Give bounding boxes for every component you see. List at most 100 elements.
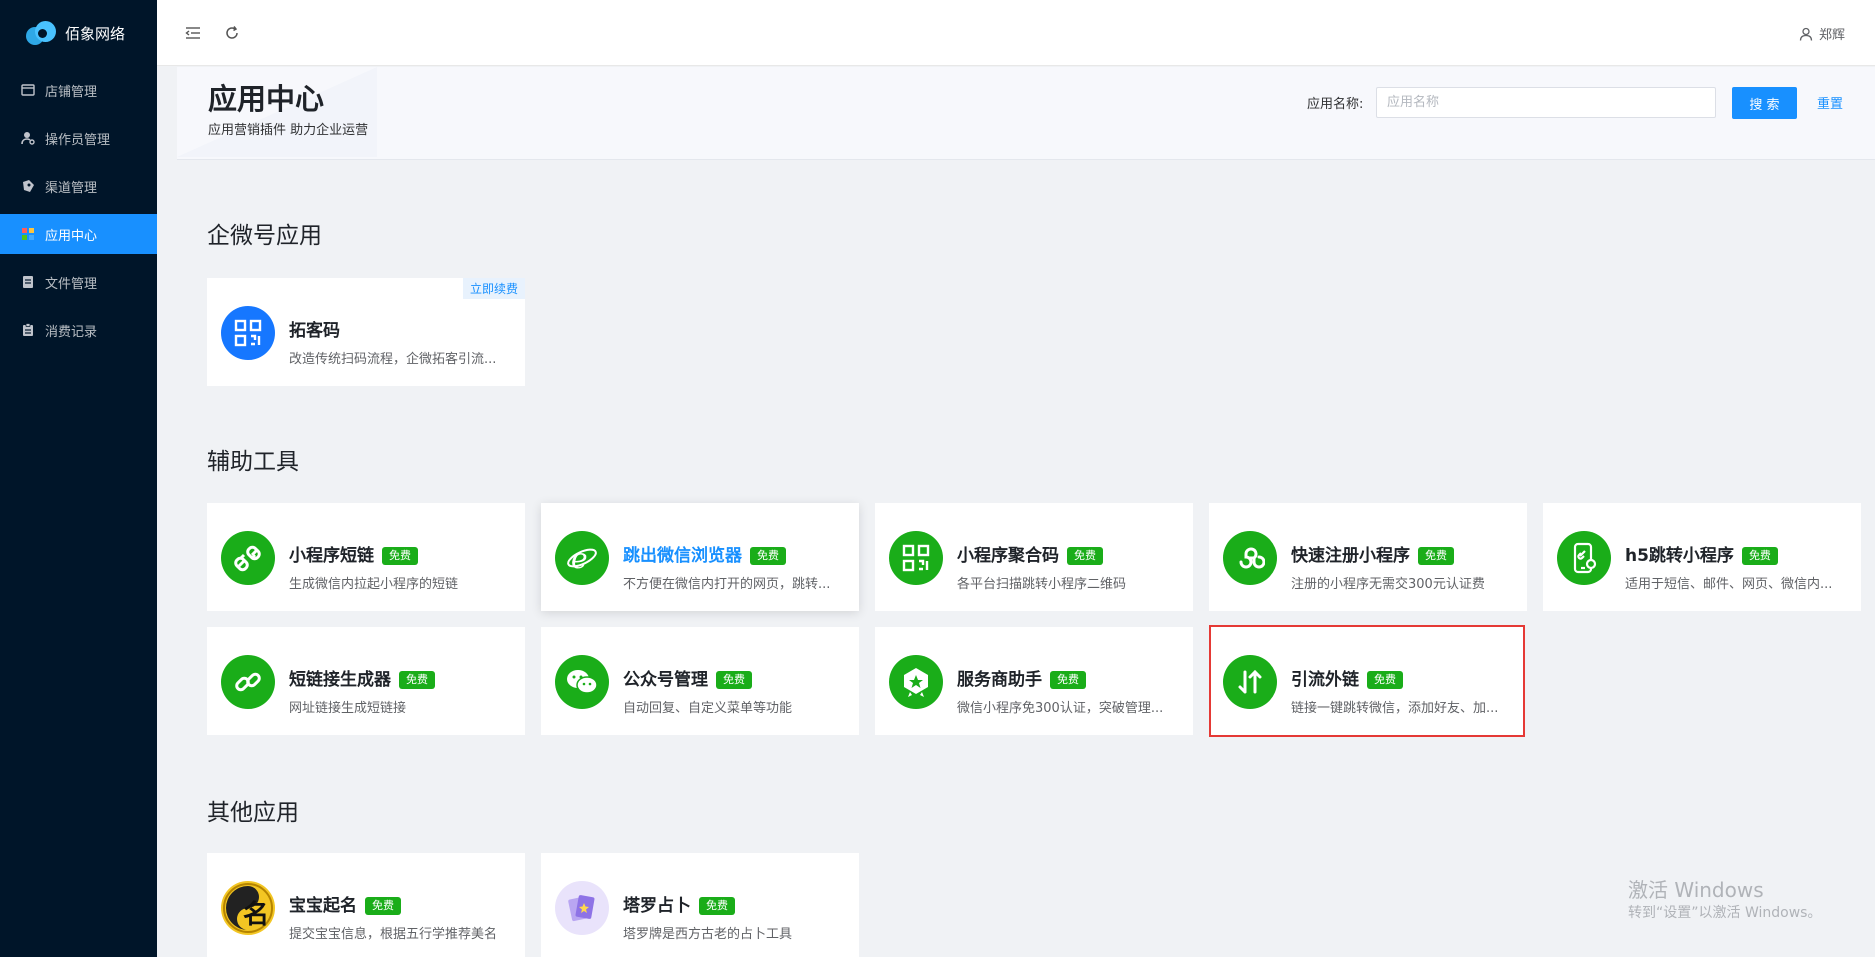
app-desc: 改造传统扫码流程，企微拓客引流... bbox=[289, 352, 497, 367]
free-badge: 免费 bbox=[365, 897, 401, 915]
sidebar-item-billing[interactable]: 消费记录 bbox=[0, 310, 157, 350]
app-card-traffic-external-link[interactable]: 引流外链 免费 链接一键跳转微信，添加好友、加... bbox=[1209, 625, 1525, 737]
app-card-baby-naming[interactable]: 名 宝宝起名 免费 提交宝宝信息，根据五行学推荐美名 bbox=[207, 853, 525, 957]
app-desc: 网址链接生成短链接 bbox=[289, 701, 407, 716]
page-header: 应用中心 应用营销插件 助力企业运营 应用名称: 搜 索 重置 bbox=[177, 67, 1875, 160]
search-button[interactable]: 搜 索 bbox=[1732, 87, 1797, 119]
app-name: 快速注册小程序 免费 bbox=[1291, 541, 1454, 566]
sidebar-menu: 店铺管理 操作员管理 渠道管理 应用中心 文件管理 消费记录 bbox=[0, 70, 157, 350]
app-name: 小程序短链 免费 bbox=[289, 541, 418, 566]
app-desc: 提交宝宝信息，根据五行学推荐美名 bbox=[289, 927, 498, 942]
free-badge: 免费 bbox=[1418, 547, 1454, 565]
page-title: 应用中心 bbox=[208, 82, 325, 116]
link-icon bbox=[221, 655, 275, 709]
top-header: 郑辉 bbox=[157, 0, 1875, 66]
app-name: 服务商助手 免费 bbox=[957, 665, 1086, 690]
section-title: 企微号应用 bbox=[207, 223, 322, 249]
app-desc: 注册的小程序无需交300元认证费 bbox=[1291, 577, 1485, 592]
app-name: 跳出微信浏览器 免费 bbox=[623, 541, 786, 566]
svg-text:名: 名 bbox=[243, 899, 269, 930]
app-desc: 微信小程序免300认证，突破管理... bbox=[957, 701, 1164, 716]
phone-link-icon bbox=[1557, 531, 1611, 585]
app-name: 短链接生成器 免费 bbox=[289, 665, 435, 690]
app-desc: 生成微信内拉起小程序的短链 bbox=[289, 577, 459, 592]
sidebar-item-label: 渠道管理 bbox=[45, 180, 98, 196]
app-card-open-in-browser[interactable]: e 跳出微信浏览器 免费 不方便在微信内打开的网页，跳转... bbox=[541, 503, 859, 611]
renew-link[interactable]: 立即续费 bbox=[462, 278, 525, 299]
app-name: 公众号管理 免费 bbox=[623, 665, 752, 690]
brand-name: 佰象网络 bbox=[65, 24, 126, 43]
windows-activation-watermark: 激活 Windows bbox=[1628, 878, 1764, 902]
sidebar-item-app-center[interactable]: 应用中心 bbox=[0, 214, 157, 254]
sidebar-item-channels[interactable]: 渠道管理 bbox=[0, 166, 157, 206]
sidebar-item-store[interactable]: 店铺管理 bbox=[0, 70, 157, 110]
app-desc: 不方便在微信内打开的网页，跳转... bbox=[623, 577, 831, 592]
app-name: 引流外链 免费 bbox=[1291, 665, 1403, 690]
sidebar-item-label: 店铺管理 bbox=[45, 84, 98, 100]
sidebar-item-operators[interactable]: 操作员管理 bbox=[0, 118, 157, 158]
collapse-menu-icon[interactable] bbox=[184, 24, 202, 42]
app-desc: 各平台扫描跳转小程序二维码 bbox=[957, 577, 1127, 592]
free-badge: 免费 bbox=[382, 547, 418, 565]
free-badge: 免费 bbox=[399, 671, 435, 689]
apps-icon bbox=[21, 227, 35, 241]
page-subtitle: 应用营销插件 助力企业运营 bbox=[208, 123, 369, 138]
tarot-icon bbox=[555, 881, 609, 935]
user-name: 郑辉 bbox=[1818, 28, 1845, 43]
qrcode-icon bbox=[221, 306, 275, 360]
sidebar: 佰象网络 店铺管理 操作员管理 渠道管理 应用中心 文件管理 消费记录 bbox=[0, 0, 157, 957]
free-badge: 免费 bbox=[1741, 547, 1778, 565]
sidebar-item-label: 操作员管理 bbox=[45, 132, 111, 148]
yin-yang-name-icon: 名 bbox=[221, 881, 275, 935]
user-menu[interactable]: 郑辉 bbox=[1799, 24, 1845, 43]
award-icon bbox=[889, 655, 943, 709]
sidebar-item-label: 文件管理 bbox=[45, 276, 98, 292]
app-card-mini-program-short-link[interactable]: 小程序短链 免费 生成微信内拉起小程序的短链 bbox=[207, 503, 525, 611]
channel-icon bbox=[21, 179, 35, 193]
app-card-tarot[interactable]: 塔罗占卜 免费 塔罗牌是西方古老的占卜工具 bbox=[541, 853, 859, 957]
app-card-provider-assistant[interactable]: 服务商助手 免费 微信小程序免300认证，突破管理... bbox=[875, 627, 1193, 735]
app-desc: 链接一键跳转微信，添加好友、加... bbox=[1291, 701, 1499, 716]
sidebar-item-label: 消费记录 bbox=[45, 324, 98, 340]
app-name: 拓客码 bbox=[289, 321, 340, 341]
free-badge: 免费 bbox=[1067, 547, 1103, 565]
miniprogram-icon bbox=[1223, 531, 1277, 585]
svg-text:e: e bbox=[571, 542, 588, 575]
free-badge: 免费 bbox=[716, 671, 752, 689]
app-desc: 适用于短信、邮件、网页、微信内... bbox=[1625, 577, 1833, 592]
free-badge: 免费 bbox=[1050, 671, 1086, 689]
app-card-h5-to-mini-program[interactable]: h5跳转小程序 免费 适用于短信、邮件、网页、微信内... bbox=[1543, 503, 1861, 611]
ie-browser-icon: e bbox=[555, 531, 609, 585]
store-icon bbox=[21, 83, 35, 97]
app-name: 塔罗占卜 免费 bbox=[623, 891, 735, 916]
user-gear-icon bbox=[21, 131, 35, 145]
app-desc: 自动回复、自定义菜单等功能 bbox=[623, 701, 793, 716]
sidebar-item-files[interactable]: 文件管理 bbox=[0, 262, 157, 302]
app-name: h5跳转小程序 免费 bbox=[1625, 541, 1778, 566]
cloud-logo-icon bbox=[26, 21, 56, 45]
app-card-quick-register[interactable]: 快速注册小程序 免费 注册的小程序无需交300元认证费 bbox=[1209, 503, 1527, 611]
section-title: 其他应用 bbox=[207, 800, 299, 826]
link-icon bbox=[221, 531, 275, 585]
app-card-short-link-generator[interactable]: 短链接生成器 免费 网址链接生成短链接 bbox=[207, 627, 525, 735]
wechat-icon bbox=[555, 655, 609, 709]
app-name: 小程序聚合码 免费 bbox=[957, 541, 1103, 566]
sidebar-item-label: 应用中心 bbox=[45, 228, 98, 244]
brand-logo[interactable]: 佰象网络 bbox=[0, 0, 157, 66]
free-badge: 免费 bbox=[1367, 671, 1403, 689]
file-icon bbox=[21, 275, 35, 289]
up-down-arrows-icon bbox=[1223, 655, 1277, 709]
app-card-aggregate-code[interactable]: 小程序聚合码 免费 各平台扫描跳转小程序二维码 bbox=[875, 503, 1193, 611]
windows-activation-hint: 转到“设置”以激活 Windows。 bbox=[1628, 905, 1822, 921]
reset-link[interactable]: 重置 bbox=[1817, 93, 1843, 112]
free-badge: 免费 bbox=[699, 897, 735, 915]
clipboard-icon bbox=[21, 323, 35, 337]
app-desc: 塔罗牌是西方古老的占卜工具 bbox=[623, 927, 793, 942]
user-icon bbox=[1799, 27, 1813, 41]
search-input[interactable] bbox=[1376, 87, 1716, 118]
app-name: 宝宝起名 免费 bbox=[289, 891, 401, 916]
app-card-tuokema[interactable]: 立即续费 拓客码 改造传统扫码流程，企微拓客引流... bbox=[207, 278, 525, 386]
refresh-icon[interactable] bbox=[223, 24, 241, 42]
app-card-official-account[interactable]: 公众号管理 免费 自动回复、自定义菜单等功能 bbox=[541, 627, 859, 735]
search-label: 应用名称: bbox=[1307, 97, 1364, 112]
